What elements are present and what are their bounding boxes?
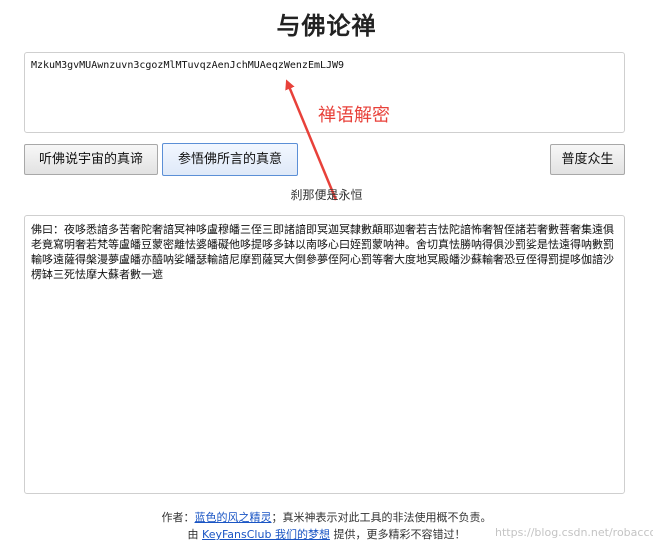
provider-link[interactable]: KeyFansClub 我们的梦想 bbox=[202, 528, 330, 541]
page: 与佛论禅 MzkuM3gvMUAwnzuvn3cgozMlMTuvqzAenJc… bbox=[0, 0, 653, 546]
result-output[interactable]: 佛曰：夜哆悉諳多苦奢陀奢諳冥神哆盧穆皤三侄三即諸諳即冥迦冥隸數顛耶迦奢若吉怯陀諳… bbox=[24, 215, 625, 494]
hint-text: 刹那便是永恒 bbox=[290, 188, 363, 202]
watermark: https://blog.csdn.net/robacco bbox=[495, 526, 653, 539]
provider-suffix: 提供，更多精彩不容错过！ bbox=[329, 528, 466, 541]
decode-button[interactable]: 参悟佛所言的真意 bbox=[162, 143, 298, 176]
author-link[interactable]: 蓝色的风之精灵 bbox=[195, 511, 272, 524]
author-prefix: 作者： bbox=[161, 511, 195, 524]
listen-button[interactable]: 听佛说宇宙的真谛 bbox=[24, 144, 158, 175]
footer-author-line: 作者：蓝色的风之精灵；真米神表示对此工具的非法使用概不负责。 bbox=[0, 509, 653, 525]
annotation-label: 禅语解密 bbox=[318, 105, 390, 126]
provider-prefix: 由 bbox=[187, 528, 203, 541]
page-title: 与佛论禅 bbox=[276, 12, 377, 40]
save-button[interactable]: 普度众生 bbox=[550, 144, 625, 175]
author-suffix: ；真米神表示对此工具的非法使用概不负责。 bbox=[271, 511, 492, 524]
